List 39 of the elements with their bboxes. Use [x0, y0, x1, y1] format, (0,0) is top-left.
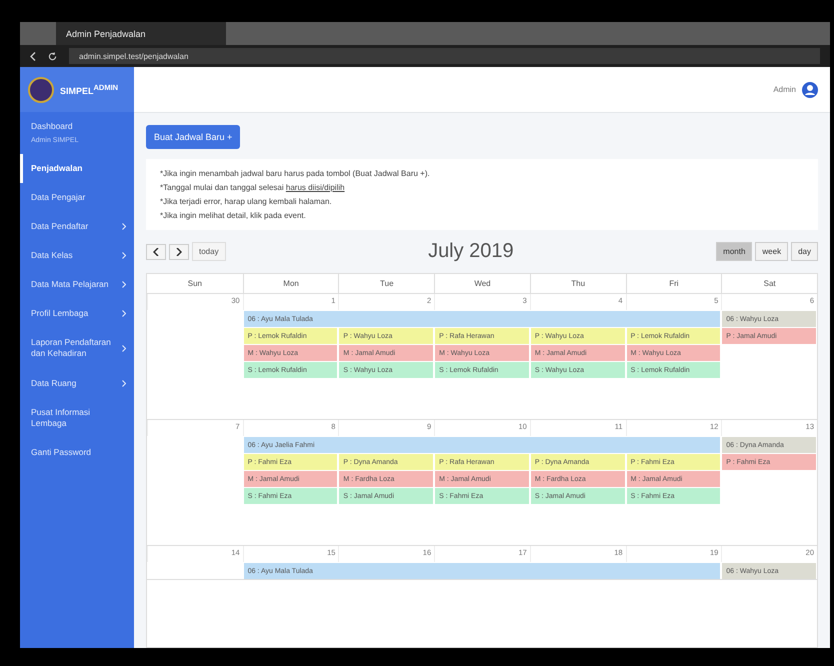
- sidebar-item[interactable]: Laporan Pendaftaran dan Kehadiran: [20, 328, 134, 369]
- browser-tab[interactable]: Admin Penjadwalan: [56, 22, 226, 45]
- brand-name: SIMPEL$^{ADMIN}$: [60, 83, 118, 96]
- today-button[interactable]: today: [192, 242, 226, 261]
- weekday-header: Tue: [338, 274, 434, 293]
- weekday-header: Fri: [626, 274, 722, 293]
- new-schedule-button[interactable]: Buat Jadwal Baru +: [146, 125, 240, 149]
- sidebar-item[interactable]: Pusat Informasi Lembaga: [20, 398, 134, 438]
- sidebar-item[interactable]: Ganti Password: [20, 438, 134, 467]
- back-icon[interactable]: [30, 52, 36, 60]
- reload-icon[interactable]: [48, 52, 57, 60]
- prev-button[interactable]: [146, 244, 166, 260]
- note-text: *Jika ingin menambah jadwal baru harus pada tombol (Buat Jadwal Baru +).: [160, 169, 431, 178]
- sidebar-item[interactable]: Data Mata Pelajaran: [20, 270, 134, 300]
- sidebar-item[interactable]: Data Pendaftar: [20, 212, 134, 242]
- view-button[interactable]: month: [716, 242, 752, 261]
- note-text: *Tanggal mulai dan tanggal selesai harus diisi/dipilih: [160, 183, 346, 192]
- weekday-header: Sat: [721, 274, 817, 293]
- address-field[interactable]: admin.simpel.test/penjadwalan: [69, 48, 820, 64]
- note-text: *Jika terjadi error, harap ulang kembali halaman.: [160, 197, 333, 206]
- sidebar-item[interactable]: Profil Lembaga: [20, 299, 134, 328]
- weekday-header: Sun: [186, 278, 203, 290]
- next-button[interactable]: [169, 244, 189, 260]
- view-button[interactable]: week: [755, 242, 788, 261]
- sidebar-item[interactable]: Data Pengajar: [20, 183, 134, 212]
- view-button[interactable]: day: [791, 242, 818, 261]
- sidebar-item[interactable]: Data Ruang: [20, 368, 134, 398]
- weekday-header: Mon: [242, 274, 338, 293]
- chevron-right-icon: [176, 248, 182, 256]
- sidebar-item[interactable]: Data Kelas: [20, 241, 134, 270]
- note-text: *Jika ingin melihat detail, klik pada event.: [160, 211, 307, 220]
- weekday-header: Wed: [434, 274, 530, 293]
- chevron-left-icon: [153, 248, 159, 256]
- logo-icon: [28, 76, 54, 102]
- calendar-title: July 2019: [428, 240, 514, 263]
- weekday-header: Thu: [530, 274, 626, 293]
- sidebar-item[interactable]: Penjadwalan: [20, 154, 134, 184]
- user-name: Admin: [773, 85, 796, 94]
- avatar-icon[interactable]: [802, 82, 818, 98]
